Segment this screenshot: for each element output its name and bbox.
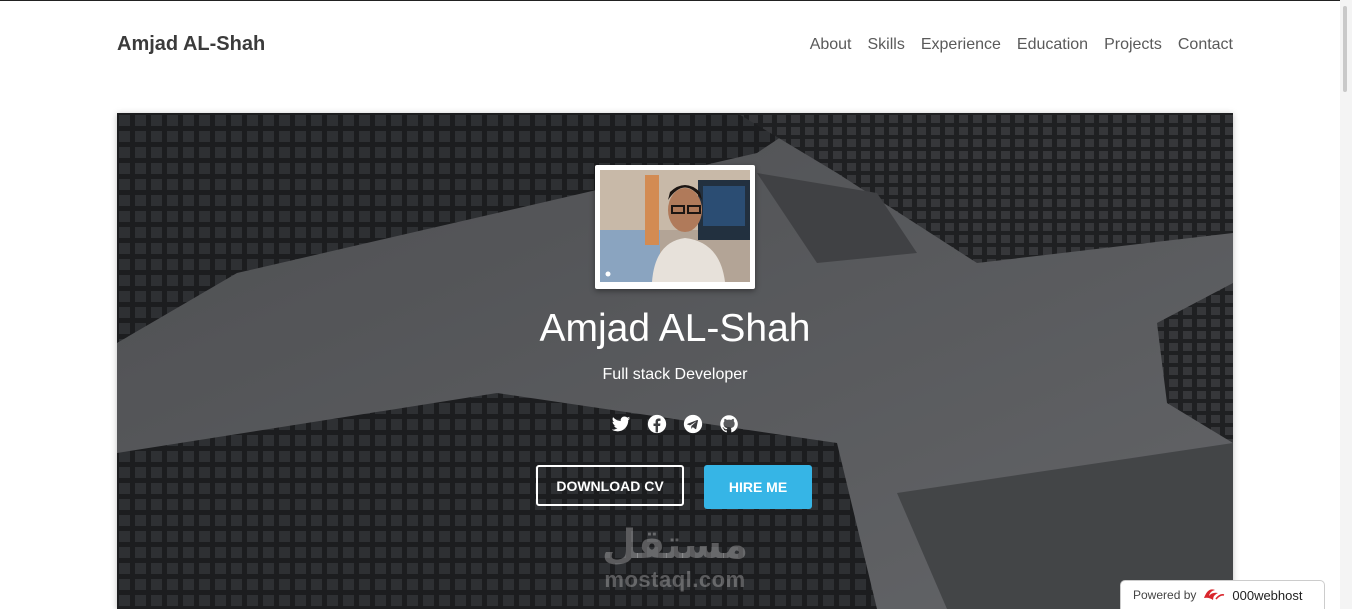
nav-link-education[interactable]: Education — [1017, 36, 1088, 54]
watermark-arabic: مستقل — [601, 522, 749, 568]
vertical-scrollbar[interactable] — [1340, 0, 1352, 609]
hire-me-button[interactable]: HIRE ME — [704, 465, 812, 509]
mostaql-watermark: مستقل mostaql.com — [595, 523, 755, 593]
nav-link-projects[interactable]: Projects — [1104, 36, 1162, 54]
hero-section: Amjad AL-Shah Full stack Developer DOWNL… — [117, 113, 1233, 609]
hero-role: Full stack Developer — [602, 366, 748, 383]
webhost-brand-name: 000webhost — [1232, 587, 1303, 603]
nav-link-about[interactable]: About — [810, 36, 852, 54]
profile-photo — [595, 165, 755, 289]
facebook-icon[interactable] — [647, 414, 667, 434]
watermark-latin: mostaql.com — [604, 567, 746, 592]
scrollbar-thumb[interactable] — [1343, 6, 1347, 92]
main-navigation: About Skills Experience Education Projec… — [810, 36, 1233, 54]
twitter-icon[interactable] — [611, 414, 631, 434]
telegram-icon[interactable] — [683, 414, 703, 434]
nav-link-experience[interactable]: Experience — [921, 36, 1001, 54]
social-links — [117, 414, 1233, 434]
download-cv-button[interactable]: DOWNLOAD CV — [536, 465, 684, 506]
nav-link-contact[interactable]: Contact — [1178, 36, 1233, 54]
hero-name: Amjad AL-Shah — [539, 307, 811, 350]
navbar-brand[interactable]: Amjad AL-Shah — [117, 33, 265, 56]
window-top-border — [0, 0, 1352, 1]
webhost-logo-icon — [1202, 586, 1226, 605]
nav-link-skills[interactable]: Skills — [868, 36, 905, 54]
powered-by-label: Powered by — [1133, 588, 1197, 602]
powered-by-badge[interactable]: Powered by 000webhost — [1120, 580, 1325, 609]
github-icon[interactable] — [719, 414, 739, 434]
